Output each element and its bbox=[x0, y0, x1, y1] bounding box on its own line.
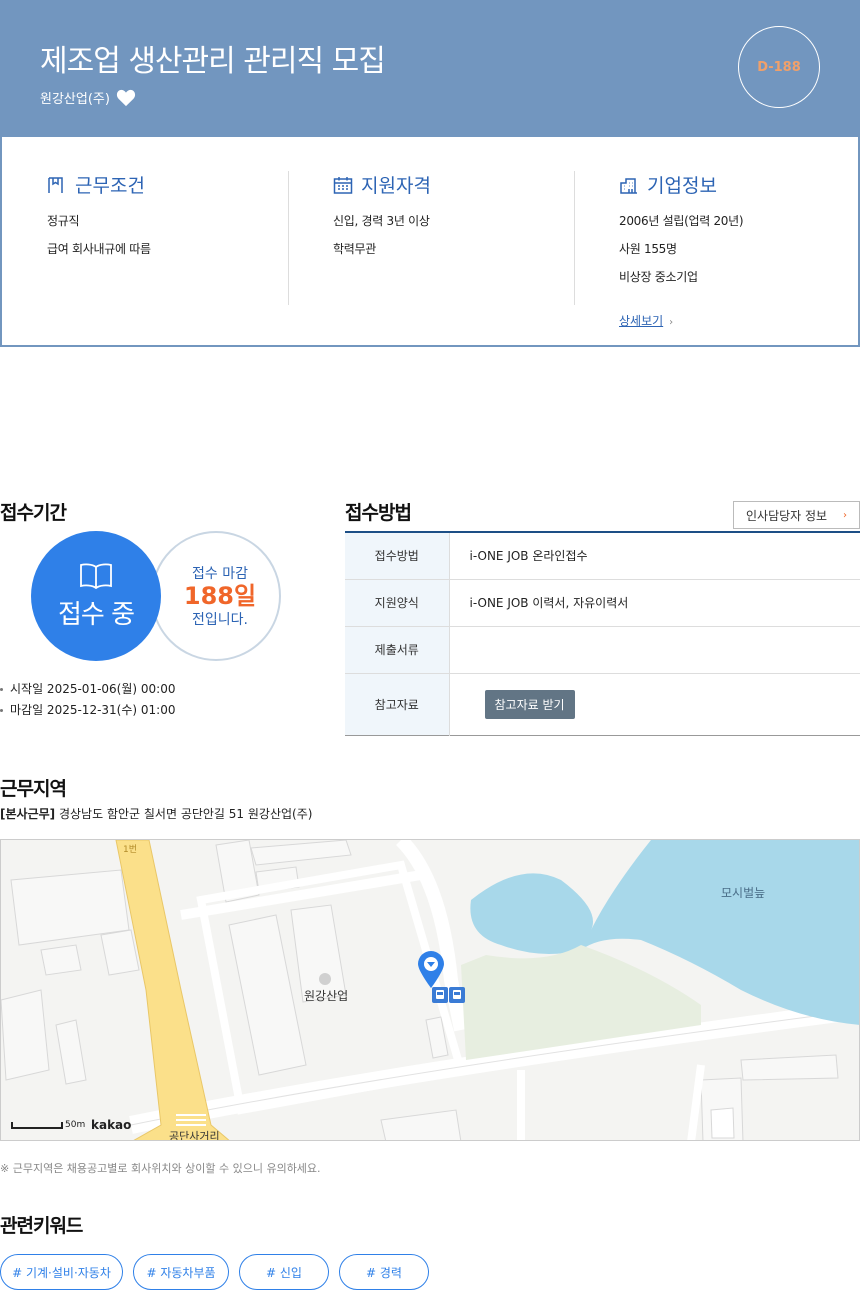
hr-contact-label: 인사담당자 정보 bbox=[746, 508, 828, 523]
qualifications-line: 학력무관 bbox=[333, 242, 376, 256]
building-icon bbox=[620, 177, 637, 194]
table-row: 지원양식 i-ONE JOB 이력서, 자유이력서 bbox=[345, 579, 860, 627]
keyword-tag[interactable]: # 자동차부품 bbox=[133, 1254, 229, 1290]
deadline-suffix: 전입니다. bbox=[192, 612, 248, 629]
qualifications-title: 지원자격 bbox=[361, 175, 431, 197]
apply-method-table: 접수방법 i-ONE JOB 온라인접수 지원양식 i-ONE JOB 이력서,… bbox=[345, 531, 860, 736]
row-value: i-ONE JOB 이력서, 자유이력서 bbox=[449, 579, 860, 627]
company-detail-label: 상세보기 bbox=[619, 314, 664, 328]
chevron-right-icon: › bbox=[843, 509, 847, 521]
bus-stop-icon[interactable] bbox=[432, 987, 448, 1003]
row-value: i-ONE JOB 온라인접수 bbox=[449, 532, 860, 580]
heart-icon[interactable] bbox=[116, 89, 136, 107]
keywords-title: 관련키워드 bbox=[0, 1215, 83, 1237]
company-info-title: 기업정보 bbox=[647, 175, 717, 197]
deadline-circle: 접수 마감 188일 전입니다. bbox=[151, 531, 281, 661]
lake-label: 모시벌늪 bbox=[721, 886, 766, 900]
status-circle: 접수 중 bbox=[31, 531, 161, 661]
job-title: 제조업 생산관리 관리직 모집 bbox=[40, 44, 386, 79]
table-row: 제출서류 bbox=[345, 626, 860, 674]
row-value bbox=[449, 626, 860, 674]
company-info-column: 기업정보 2006년 설립(업력 20년) 사원 155명 비상장 중소기업 상… bbox=[619, 171, 744, 329]
location-title: 근무지역 bbox=[0, 778, 67, 800]
company-info-line: 2006년 설립(업력 20년) bbox=[619, 214, 744, 228]
method-title: 접수방법 bbox=[345, 502, 412, 524]
bus-stop-icon[interactable] bbox=[449, 987, 465, 1003]
company-info-line: 사원 155명 bbox=[619, 242, 677, 256]
conditions-title: 근무조건 bbox=[75, 175, 145, 197]
location-notice: ※ 근무지역은 채용공고별로 회사위치와 상이할 수 있으니 유의하세요. bbox=[0, 1162, 321, 1175]
document-icon bbox=[48, 176, 63, 193]
table-row: 접수방법 i-ONE JOB 온라인접수 bbox=[345, 532, 860, 580]
deadline-days: 188일 bbox=[183, 581, 257, 610]
hr-contact-button[interactable]: 인사담당자 정보 › bbox=[733, 501, 860, 529]
company-detail-link[interactable]: 상세보기 › bbox=[619, 312, 673, 329]
scale-label: 50m bbox=[65, 1120, 86, 1130]
row-key: 지원양식 bbox=[345, 579, 450, 627]
company-row: 원강산업(주) bbox=[40, 88, 136, 107]
table-row: 참고자료 참고자료 받기 bbox=[345, 673, 860, 735]
conditions-heading: 근무조건 bbox=[47, 171, 151, 198]
company-info-heading: 기업정보 bbox=[619, 171, 743, 198]
row-key: 제출서류 bbox=[345, 626, 450, 674]
row-key: 접수방법 bbox=[345, 532, 450, 580]
keyword-tag[interactable]: # 경력 bbox=[339, 1254, 429, 1290]
conditions-column: 근무조건 정규직 급여 회사내규에 따름 bbox=[47, 171, 151, 268]
scale-bar bbox=[11, 1122, 63, 1129]
period-dates: 시작일 2025-01-06(월) 00:00 마감일 2025-12-31(수… bbox=[0, 680, 175, 722]
row-value: 참고자료 받기 bbox=[449, 673, 860, 735]
start-date: 시작일 2025-01-06(월) 00:00 bbox=[0, 680, 175, 697]
keyword-tag[interactable]: # 신입 bbox=[239, 1254, 329, 1290]
summary-box: 근무조건 정규직 급여 회사내규에 따름 지원자격 신입, 경력 3년 이상 학… bbox=[0, 137, 860, 347]
address-text: 경상남도 함안군 칠서면 공단안길 51 원강산업(주) bbox=[58, 807, 313, 821]
qualifications-column: 지원자격 신입, 경력 3년 이상 학력무관 bbox=[333, 171, 431, 268]
qualifications-heading: 지원자격 bbox=[333, 171, 431, 198]
dday-badge: D-188 bbox=[738, 26, 820, 108]
map-provider-logo: kakao bbox=[91, 1118, 132, 1132]
address-tag: [본사근무] bbox=[0, 807, 56, 821]
column-divider bbox=[574, 171, 575, 305]
row-key: 참고자료 bbox=[345, 673, 450, 735]
location-map[interactable]: 1번 원강산업 모시벌늪 공단사거리 50m kakao bbox=[0, 839, 860, 1141]
status-label: 접수 중 bbox=[57, 599, 135, 630]
job-header: 제조업 생산관리 관리직 모집 원강산업(주) D-188 bbox=[0, 0, 860, 137]
open-book-icon bbox=[80, 563, 112, 589]
place-dot-icon bbox=[319, 973, 331, 985]
calendar-icon bbox=[333, 176, 353, 194]
deadline-prefix: 접수 마감 bbox=[192, 565, 248, 582]
end-date: 마감일 2025-12-31(수) 01:00 bbox=[0, 701, 175, 718]
crossroad-label: 공단사거리 bbox=[169, 1130, 220, 1141]
company-info-line: 비상장 중소기업 bbox=[619, 270, 698, 284]
conditions-line: 정규직 bbox=[47, 214, 80, 228]
address-line: [본사근무] 경상남도 함안군 칠서면 공단안길 51 원강산업(주) bbox=[0, 805, 312, 822]
period-title: 접수기간 bbox=[0, 502, 67, 524]
road-label: 1번 bbox=[123, 844, 137, 855]
conditions-line: 급여 회사내규에 따름 bbox=[47, 242, 151, 256]
keyword-tag[interactable]: # 기계·설비·자동차 bbox=[0, 1254, 123, 1290]
place-label: 원강산업 bbox=[304, 989, 349, 1003]
download-reference-button[interactable]: 참고자료 받기 bbox=[484, 689, 575, 719]
company-name[interactable]: 원강산업(주) bbox=[40, 88, 110, 107]
qualifications-line: 신입, 경력 3년 이상 bbox=[333, 214, 430, 228]
column-divider bbox=[288, 171, 289, 305]
chevron-right-icon: › bbox=[669, 317, 674, 328]
